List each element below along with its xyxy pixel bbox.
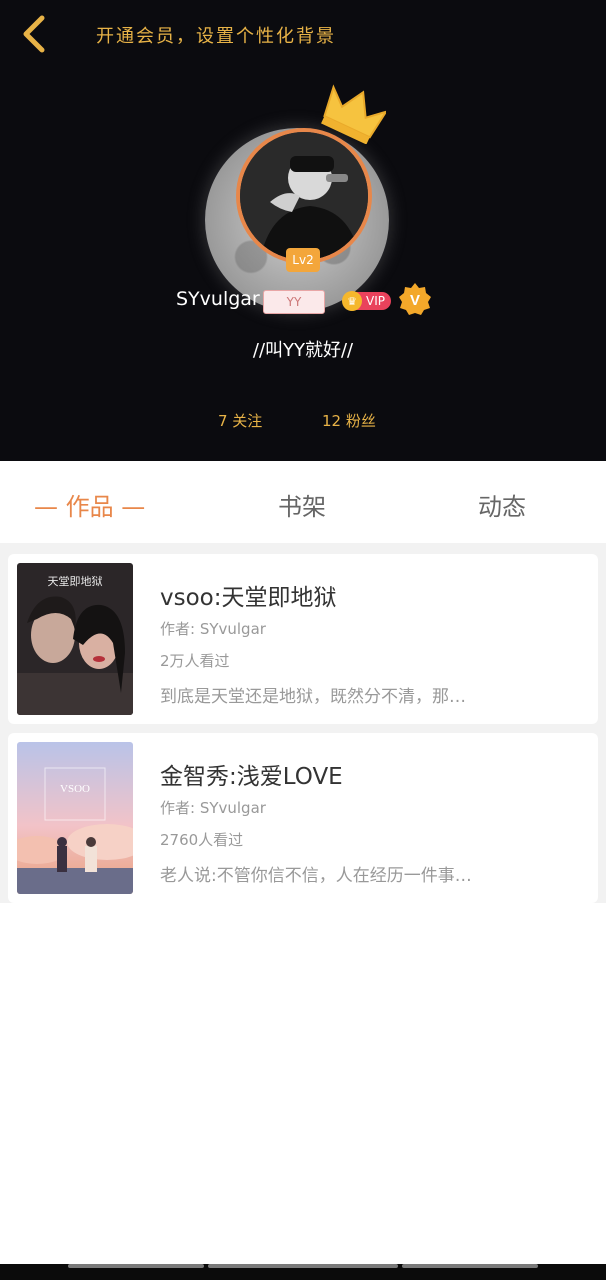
section-divider xyxy=(0,543,606,553)
tab-works[interactable]: — 作品 — xyxy=(34,487,145,522)
nav-indicator xyxy=(68,1264,204,1268)
book-cover: 天堂即地狱 xyxy=(17,563,133,715)
back-button[interactable] xyxy=(14,12,54,56)
list-item[interactable]: 天堂即地狱 vsoo:天堂即地狱 作者: SYvulgar 2万人看过 到底是天… xyxy=(8,554,598,724)
book-title[interactable]: 金智秀:浅爱LOVE xyxy=(160,757,343,791)
book-author: 作者: SYvulgar xyxy=(160,620,266,638)
following-count[interactable]: 7 关注 xyxy=(218,410,262,431)
svg-text:V: V xyxy=(410,292,420,309)
works-list: 天堂即地狱 vsoo:天堂即地狱 作者: SYvulgar 2万人看过 到底是天… xyxy=(0,553,606,903)
profile-tabs: — 作品 — 书架 动态 xyxy=(0,461,606,543)
crown-icon xyxy=(321,84,386,144)
book-description: 到底是天堂还是地狱，既然分不清，那… xyxy=(160,687,466,707)
chevron-left-icon xyxy=(23,15,45,53)
book-description: 老人说:不管你信不信，人在经历一件事… xyxy=(160,866,472,886)
tab-activity[interactable]: 动态 xyxy=(478,487,526,522)
verified-v-icon: V xyxy=(399,283,431,315)
book-cover: VSOO xyxy=(17,742,133,894)
vip-badge[interactable]: ♛ VIP xyxy=(342,291,392,311)
nav-indicator xyxy=(208,1264,398,1268)
followers-count[interactable]: 12 粉丝 xyxy=(322,410,376,431)
system-nav-bar xyxy=(0,1264,606,1280)
tab-bookshelf[interactable]: 书架 xyxy=(278,487,326,522)
nickname-tag: YY xyxy=(263,290,325,314)
book-views: 2万人看过 xyxy=(160,652,230,670)
avatar-image xyxy=(240,132,368,260)
crown-coin-icon: ♛ xyxy=(342,291,362,311)
username: SYvulgar xyxy=(176,288,260,310)
list-item[interactable]: VSOO 金智秀:浅爱LOVE 作者: SYvulgar 2760人看过 老人说… xyxy=(8,733,598,903)
profile-header: 开通会员，设置个性化背景 Lv2 SYvulgar YY ♛ VIP V //叫… xyxy=(0,0,606,461)
nav-indicator xyxy=(402,1264,538,1268)
svg-text:天堂即地狱: 天堂即地狱 xyxy=(48,575,103,588)
book-views: 2760人看过 xyxy=(160,831,244,849)
signature: //叫YY就好// xyxy=(252,340,354,361)
svg-text:VSOO: VSOO xyxy=(60,783,90,795)
level-badge: Lv2 xyxy=(286,248,320,272)
book-author: 作者: SYvulgar xyxy=(160,799,266,817)
book-title[interactable]: vsoo:天堂即地狱 xyxy=(160,578,337,612)
vip-promo-link[interactable]: 开通会员，设置个性化背景 xyxy=(96,22,336,48)
avatar[interactable] xyxy=(236,128,372,264)
